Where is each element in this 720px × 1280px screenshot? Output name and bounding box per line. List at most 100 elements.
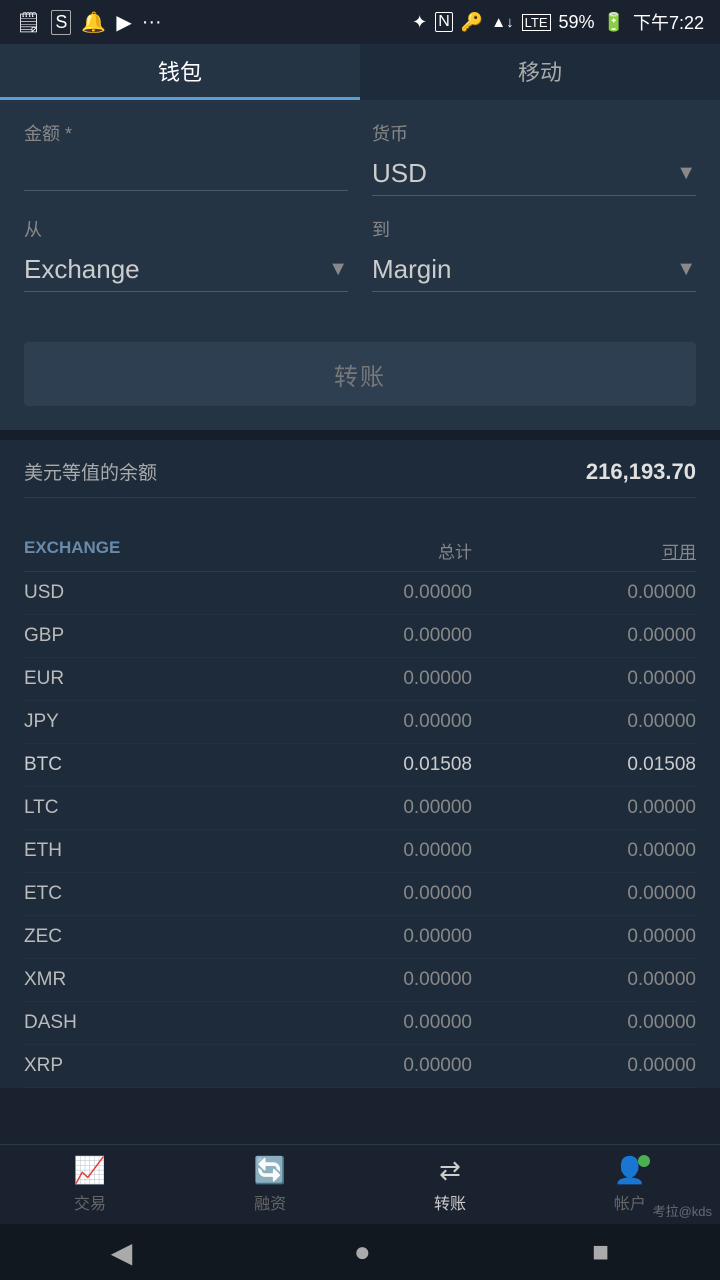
- to-display[interactable]: Margin ▼: [372, 248, 696, 291]
- lte-badge: LTE: [522, 14, 551, 31]
- home-button[interactable]: ●: [354, 1236, 371, 1268]
- cell-currency-name: LTC: [24, 797, 248, 819]
- key-icon: 🔑: [461, 12, 483, 33]
- currency-display[interactable]: USD ▼: [372, 152, 696, 195]
- section-divider: [0, 430, 720, 440]
- clipboard-icon: 🗒: [16, 10, 41, 35]
- amount-group: 金额 *: [24, 120, 348, 196]
- transfer-btn-wrapper: 转账: [0, 342, 720, 430]
- from-display[interactable]: Exchange ▼: [24, 248, 348, 291]
- cell-currency-name: USD: [24, 582, 248, 604]
- amount-input[interactable]: [24, 152, 348, 191]
- cell-avail: 0.00000: [472, 711, 696, 733]
- table-row: JPY0.000000.00000: [24, 701, 696, 744]
- nav-item-transfer[interactable]: ⇄ 转账: [434, 1155, 466, 1214]
- table-row: BTC0.015080.01508: [24, 744, 696, 787]
- cell-total: 0.00000: [248, 840, 472, 862]
- cell-total: 0.00000: [248, 711, 472, 733]
- form-row-from-to: 从 Exchange ▼ 到 Margin ▼: [24, 216, 696, 292]
- cell-avail: 0.00000: [472, 840, 696, 862]
- signal-icon: ▲↓: [491, 14, 513, 31]
- main-tabs: 钱包 移动: [0, 44, 720, 100]
- from-value: Exchange: [24, 254, 140, 285]
- table-row: GBP0.000000.00000: [24, 615, 696, 658]
- cell-total: 0.00000: [248, 582, 472, 604]
- exchange-table: EXCHANGE 总计 可用 USD0.000000.00000GBP0.000…: [0, 528, 720, 1088]
- status-bar: 🗒 S 🔔 ▶ ··· ✦ N 🔑 ▲↓ LTE 59% 🔋 下午7:22: [0, 0, 720, 44]
- battery-icon: 🔋: [603, 12, 625, 33]
- finance-icon: 🔄: [254, 1155, 286, 1186]
- status-left-icons: 🗒 S 🔔 ▶ ···: [16, 10, 162, 35]
- cell-avail: 0.00000: [472, 926, 696, 948]
- cell-total: 0.00000: [248, 668, 472, 690]
- s-icon: S: [51, 10, 71, 35]
- more-icon: ···: [142, 11, 162, 34]
- system-nav: ◀ ● ■: [0, 1224, 720, 1280]
- cell-currency-name: EUR: [24, 668, 248, 690]
- nfc-icon: N: [435, 12, 453, 32]
- from-select[interactable]: Exchange ▼: [24, 248, 348, 292]
- nav-item-account[interactable]: 👤 帐户: [614, 1155, 646, 1214]
- cell-currency-name: ETC: [24, 883, 248, 905]
- cell-total: 0.00000: [248, 926, 472, 948]
- transfer-icon: ⇄: [439, 1155, 461, 1186]
- table-row: ETH0.000000.00000: [24, 830, 696, 873]
- currency-select[interactable]: USD ▼: [372, 152, 696, 196]
- table-row: ZEC0.000000.00000: [24, 916, 696, 959]
- table-row: ETC0.000000.00000: [24, 873, 696, 916]
- to-label: 到: [372, 216, 696, 242]
- back-button[interactable]: ◀: [111, 1236, 133, 1269]
- cell-avail: 0.00000: [472, 625, 696, 647]
- cell-currency-name: XRP: [24, 1055, 248, 1077]
- cell-total: 0.00000: [248, 1012, 472, 1034]
- nav-account-label: 帐户: [614, 1190, 646, 1214]
- cell-avail: 0.00000: [472, 1012, 696, 1034]
- table-row: DASH0.000000.00000: [24, 1002, 696, 1045]
- balance-row: 美元等值的余额 216,193.70: [24, 458, 696, 498]
- bell-icon: 🔔: [81, 10, 106, 35]
- tab-wallet[interactable]: 钱包: [0, 44, 360, 100]
- to-group: 到 Margin ▼: [372, 216, 696, 292]
- col-exchange-label: EXCHANGE: [24, 538, 248, 563]
- cell-currency-name: ZEC: [24, 926, 248, 948]
- tab-move[interactable]: 移动: [360, 44, 720, 100]
- nav-finance-label: 融资: [254, 1190, 286, 1214]
- trade-icon: 📈: [74, 1155, 106, 1186]
- cell-avail: 0.01508: [472, 754, 696, 776]
- to-dropdown-arrow: ▼: [676, 258, 696, 281]
- balance-label: 美元等值的余额: [24, 458, 157, 485]
- table-row: USD0.000000.00000: [24, 572, 696, 615]
- currency-dropdown-arrow: ▼: [676, 162, 696, 185]
- table-row: XRP0.000000.00000: [24, 1045, 696, 1088]
- amount-label: 金额 *: [24, 120, 348, 146]
- cell-total: 0.00000: [248, 625, 472, 647]
- time-display: 下午7:22: [633, 9, 704, 35]
- account-online-dot: [638, 1155, 650, 1167]
- play-icon: ▶: [116, 10, 131, 35]
- to-select[interactable]: Margin ▼: [372, 248, 696, 292]
- status-right-icons: ✦ N 🔑 ▲↓ LTE 59% 🔋 下午7:22: [412, 9, 704, 35]
- recent-button[interactable]: ■: [592, 1236, 609, 1268]
- cell-avail: 0.00000: [472, 797, 696, 819]
- cell-avail: 0.00000: [472, 883, 696, 905]
- currency-group: 货币 USD ▼: [372, 120, 696, 196]
- transfer-form: 金额 * 货币 USD ▼ 从 Exchange ▼: [0, 100, 720, 342]
- cell-total: 0.01508: [248, 754, 472, 776]
- table-row: XMR0.000000.00000: [24, 959, 696, 1002]
- col-avail-label: 可用: [472, 538, 696, 563]
- transfer-button[interactable]: 转账: [24, 342, 696, 406]
- currency-value: USD: [372, 158, 427, 189]
- cell-avail: 0.00000: [472, 668, 696, 690]
- bottom-nav: 📈 交易 🔄 融资 ⇄ 转账 👤 帐户: [0, 1144, 720, 1224]
- nav-item-trade[interactable]: 📈 交易: [74, 1155, 106, 1214]
- nav-transfer-label: 转账: [434, 1190, 466, 1214]
- table-body: USD0.000000.00000GBP0.000000.00000EUR0.0…: [24, 572, 696, 1088]
- watermark: 考拉@kds: [653, 1201, 712, 1220]
- table-row: EUR0.000000.00000: [24, 658, 696, 701]
- col-total-label: 总计: [248, 538, 472, 563]
- nav-item-finance[interactable]: 🔄 融资: [254, 1155, 286, 1214]
- nav-trade-label: 交易: [74, 1190, 106, 1214]
- cell-currency-name: GBP: [24, 625, 248, 647]
- balance-value: 216,193.70: [586, 459, 696, 485]
- table-row: LTC0.000000.00000: [24, 787, 696, 830]
